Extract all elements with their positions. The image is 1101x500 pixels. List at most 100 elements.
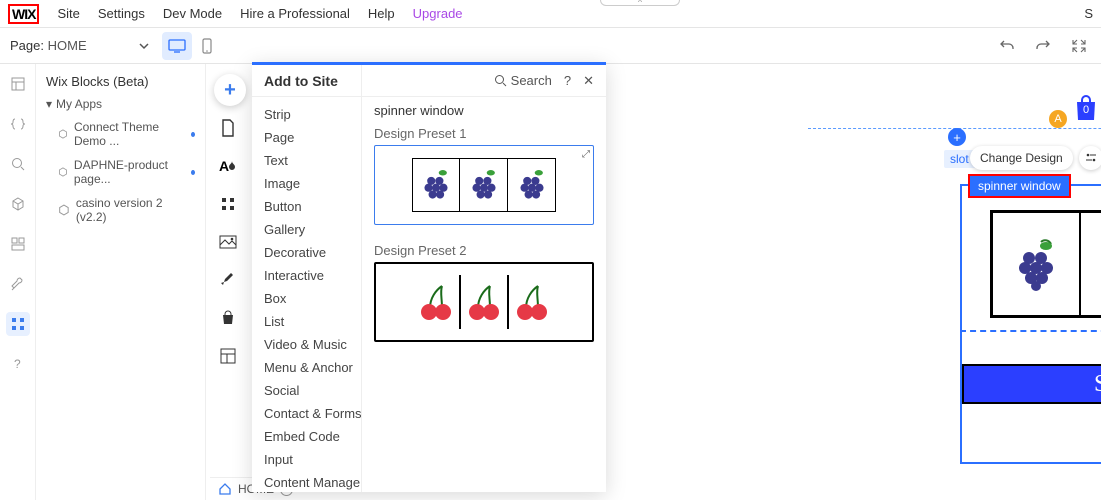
text-drop-icon[interactable]: A bbox=[218, 156, 238, 176]
add-to-site-panel: Add to Site Search ? ✕ Strip Page Text I… bbox=[252, 62, 606, 492]
cherry-icon bbox=[464, 280, 504, 324]
rail-tools-icon[interactable] bbox=[6, 272, 30, 296]
content-label: spinner window bbox=[374, 103, 594, 118]
rail-grid-icon[interactable] bbox=[6, 232, 30, 256]
desktop-view-button[interactable] bbox=[162, 32, 192, 60]
top-menu-bar: WIX Site Settings Dev Mode Hire a Profes… bbox=[0, 0, 1101, 28]
panel-help-icon[interactable]: ? bbox=[564, 73, 571, 88]
cat-box[interactable]: Box bbox=[264, 287, 361, 310]
cat-menu-anchor[interactable]: Menu & Anchor bbox=[264, 356, 361, 379]
cat-interactive[interactable]: Interactive bbox=[264, 264, 361, 287]
grape-icon bbox=[1011, 236, 1061, 292]
spin-button[interactable]: SPIN bbox=[962, 364, 1101, 404]
cat-social[interactable]: Social bbox=[264, 379, 361, 402]
panel-close-icon[interactable]: ✕ bbox=[583, 73, 594, 89]
sidebar-item-label: casino version 2 (v2.2) bbox=[76, 196, 195, 224]
cart-badge[interactable]: 0 bbox=[1073, 94, 1099, 122]
hex-icon bbox=[58, 166, 68, 178]
sidebar-title: Wix Blocks (Beta) bbox=[36, 70, 205, 93]
update-dot-icon bbox=[191, 170, 195, 175]
cat-video-music[interactable]: Video & Music bbox=[264, 333, 361, 356]
change-design-button[interactable]: Change Design bbox=[970, 146, 1073, 170]
update-dot-icon bbox=[191, 132, 195, 137]
reel-cell bbox=[993, 213, 1081, 315]
sidebar-section-myapps[interactable]: ▾ My Apps bbox=[36, 93, 205, 115]
expand-icon[interactable]: ⤢ bbox=[582, 149, 590, 160]
preset1-title: Design Preset 1 bbox=[374, 126, 594, 141]
cat-input[interactable]: Input bbox=[264, 448, 361, 471]
device-toggle bbox=[162, 32, 222, 60]
page-selector[interactable]: Page: HOME bbox=[0, 38, 160, 53]
panel-search[interactable]: Search bbox=[494, 73, 552, 88]
rail-search-icon[interactable] bbox=[6, 152, 30, 176]
cat-text[interactable]: Text bbox=[264, 149, 361, 172]
menu-site[interactable]: Site bbox=[57, 6, 79, 21]
rail-apps-icon[interactable] bbox=[6, 312, 30, 336]
cat-button[interactable]: Button bbox=[264, 195, 361, 218]
menu-settings[interactable]: Settings bbox=[98, 6, 145, 21]
preset1-card[interactable]: ⤢ bbox=[374, 145, 594, 225]
rail-cube-icon[interactable] bbox=[6, 192, 30, 216]
sidebar-item-casino[interactable]: casino version 2 (v2.2) bbox=[36, 191, 205, 229]
pen-icon[interactable] bbox=[218, 270, 238, 290]
reel-cell bbox=[1081, 213, 1101, 315]
settings-icon[interactable] bbox=[1079, 146, 1101, 170]
menu-upgrade[interactable]: Upgrade bbox=[413, 6, 463, 21]
layout-icon[interactable] bbox=[218, 346, 238, 366]
image-icon[interactable] bbox=[218, 232, 238, 252]
reel-cell bbox=[413, 275, 459, 329]
cat-image[interactable]: Image bbox=[264, 172, 361, 195]
cat-contact-forms[interactable]: Contact & Forms bbox=[264, 402, 361, 425]
top-right-indicator: S bbox=[1084, 6, 1093, 21]
left-icon-rail: ? bbox=[0, 64, 36, 500]
menu-help[interactable]: Help bbox=[368, 6, 395, 21]
reel-cell bbox=[460, 158, 508, 212]
sidebar-item-daphne[interactable]: DAPHNE-product page... bbox=[36, 153, 205, 191]
cat-strip[interactable]: Strip bbox=[264, 103, 361, 126]
hex-icon bbox=[58, 204, 70, 216]
top-notch-icon[interactable]: ^ bbox=[600, 0, 680, 6]
zoom-out-button[interactable] bbox=[1067, 34, 1091, 58]
panel-category-rail: A bbox=[210, 118, 246, 366]
rail-help-icon[interactable]: ? bbox=[6, 352, 30, 376]
sidebar-item-connect-theme[interactable]: Connect Theme Demo ... bbox=[36, 115, 205, 153]
mobile-view-button[interactable] bbox=[192, 32, 222, 60]
menu-hire-professional[interactable]: Hire a Professional bbox=[240, 6, 350, 21]
grape-icon bbox=[515, 165, 549, 205]
svg-text:?: ? bbox=[14, 357, 21, 371]
sidebar-section-label: My Apps bbox=[56, 97, 102, 111]
caret-down-icon: ▾ bbox=[46, 97, 52, 111]
cat-list[interactable]: List bbox=[264, 310, 361, 333]
undo-button[interactable] bbox=[995, 34, 1019, 58]
menu-dev-mode[interactable]: Dev Mode bbox=[163, 6, 222, 21]
cat-page[interactable]: Page bbox=[264, 126, 361, 149]
cat-content-manager[interactable]: Content Manager bbox=[264, 471, 361, 492]
add-button[interactable]: + bbox=[214, 74, 246, 106]
wix-logo[interactable]: WIX bbox=[8, 4, 39, 24]
chevron-down-icon bbox=[138, 40, 150, 52]
page-icon[interactable] bbox=[218, 118, 238, 138]
cart-count: 0 bbox=[1073, 104, 1099, 116]
rail-code-icon[interactable] bbox=[6, 112, 30, 136]
section-divider bbox=[960, 330, 1101, 332]
user-avatar[interactable]: A bbox=[1049, 110, 1067, 128]
cat-embed-code[interactable]: Embed Code bbox=[264, 425, 361, 448]
toolbar-right bbox=[995, 34, 1101, 58]
reel-cell bbox=[461, 275, 507, 329]
page-label: Page: bbox=[10, 38, 44, 53]
preset2-card[interactable] bbox=[374, 262, 594, 342]
add-section-button[interactable]: + bbox=[948, 128, 966, 146]
bag-icon[interactable] bbox=[218, 308, 238, 328]
apps-sidebar: Wix Blocks (Beta) ▾ My Apps Connect Them… bbox=[36, 64, 206, 500]
home-icon bbox=[218, 482, 232, 496]
reel-cell bbox=[412, 158, 460, 212]
panel-title: Add to Site bbox=[264, 73, 494, 89]
grid-dots-icon[interactable] bbox=[218, 194, 238, 214]
cat-gallery[interactable]: Gallery bbox=[264, 218, 361, 241]
rail-page-icon[interactable] bbox=[6, 72, 30, 96]
cat-decorative[interactable]: Decorative bbox=[264, 241, 361, 264]
spinner-window-label[interactable]: spinner window bbox=[968, 174, 1071, 198]
panel-category-list: Strip Page Text Image Button Gallery Dec… bbox=[252, 65, 362, 492]
redo-button[interactable] bbox=[1031, 34, 1055, 58]
svg-text:A: A bbox=[219, 158, 229, 174]
